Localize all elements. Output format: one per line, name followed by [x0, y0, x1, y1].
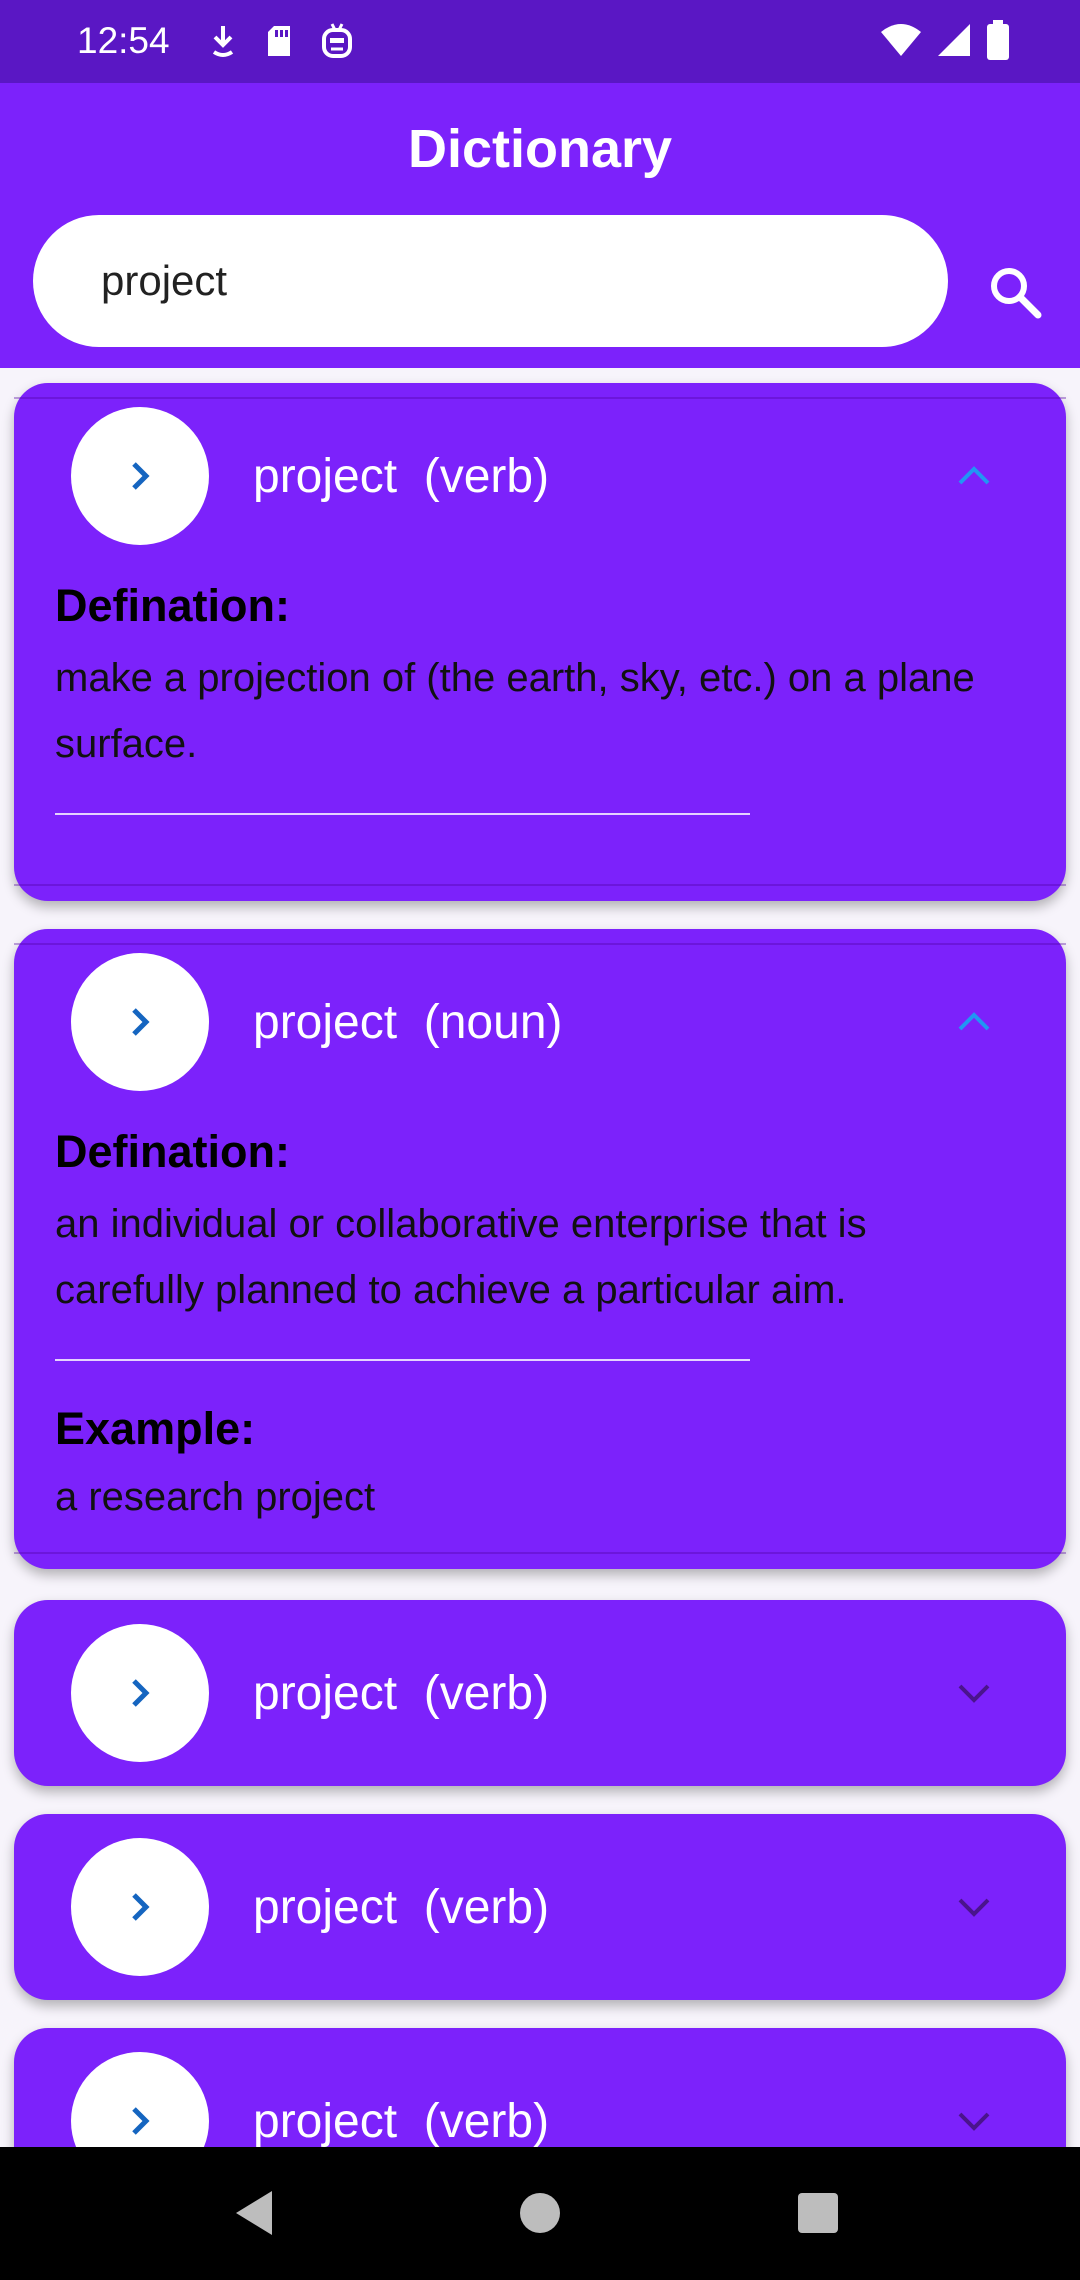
- chevron-right-icon: [132, 2107, 150, 2135]
- battery-icon: [986, 20, 1010, 65]
- entry-pos: (noun): [423, 996, 563, 1049]
- entry-pos: (verb): [423, 2095, 550, 2147]
- chevron-right-icon: [132, 462, 150, 490]
- robot-face-icon: [320, 22, 354, 65]
- recents-icon: [798, 2193, 838, 2233]
- entry-title: project (verb): [253, 1880, 549, 1935]
- chevron-up-icon[interactable]: [954, 1007, 994, 1037]
- back-icon: [236, 2191, 272, 2235]
- entry-header[interactable]: project (verb): [14, 2028, 1066, 2147]
- entry-word: project: [253, 1667, 398, 1720]
- entry-word: project: [253, 2095, 398, 2147]
- entry-title: project (verb): [253, 2094, 549, 2147]
- home-icon: [520, 2193, 560, 2233]
- home-button[interactable]: [514, 2187, 566, 2244]
- recents-button[interactable]: [792, 2187, 844, 2244]
- entry-title: project (verb): [253, 1666, 549, 1721]
- example-text: a research project: [55, 1475, 376, 1519]
- entry-header[interactable]: project (noun): [14, 929, 1066, 1115]
- chevron-down-icon[interactable]: [954, 2106, 994, 2136]
- definition-text: make a projection of (the earth, sky, et…: [55, 656, 975, 766]
- entry-pos: (verb): [423, 1881, 550, 1934]
- status-time: 12:54: [77, 20, 170, 61]
- search-box[interactable]: [33, 215, 948, 347]
- navigation-bar: [0, 2147, 1080, 2280]
- entry-pos: (verb): [423, 1667, 550, 1720]
- sd-card-icon: [264, 22, 294, 65]
- definition-text: an individual or collaborative enterpris…: [55, 1202, 867, 1312]
- search-button[interactable]: [985, 262, 1045, 322]
- signal-icon: [936, 22, 972, 63]
- status-bar: 12:54: [0, 0, 1080, 83]
- search-icon: [991, 268, 1042, 319]
- entry-avatar: [71, 407, 209, 545]
- entry-title: project (noun): [253, 995, 563, 1050]
- entry-card: project (verb) Defination: make a projec…: [14, 383, 1066, 901]
- entry-word: project: [253, 450, 398, 503]
- download-icon: [208, 22, 238, 65]
- entry-header[interactable]: project (verb): [14, 1600, 1066, 1786]
- entry-card: project (noun) Defination: an individual…: [14, 929, 1066, 1569]
- entry-word: project: [253, 1881, 398, 1934]
- entry-word: project: [253, 996, 398, 1049]
- chevron-right-icon: [132, 1893, 150, 1921]
- entry-card[interactable]: project (verb): [14, 2028, 1066, 2147]
- chevron-right-icon: [132, 1008, 150, 1036]
- search-input[interactable]: [99, 245, 903, 317]
- entry-header[interactable]: project (verb): [14, 383, 1066, 569]
- entry-avatar: [71, 2052, 209, 2147]
- chevron-up-icon[interactable]: [954, 461, 994, 491]
- entry-pos: (verb): [423, 450, 550, 503]
- chevron-down-icon[interactable]: [954, 1678, 994, 1708]
- chevron-right-icon: [132, 1679, 150, 1707]
- entry-card[interactable]: project (verb): [14, 1600, 1066, 1786]
- entry-avatar: [71, 1624, 209, 1762]
- page-title: Dictionary: [407, 119, 673, 179]
- definition-label: Defination:: [55, 580, 290, 631]
- definition-label: Defination:: [55, 1126, 290, 1177]
- entry-header[interactable]: project (verb): [14, 1814, 1066, 2000]
- results-list: project (verb) Defination: make a projec…: [0, 368, 1080, 2147]
- entry-avatar: [71, 953, 209, 1091]
- entry-card[interactable]: project (verb): [14, 1814, 1066, 2000]
- entry-avatar: [71, 1838, 209, 1976]
- back-button[interactable]: [230, 2187, 282, 2244]
- divider: [55, 813, 750, 815]
- wifi-icon: [880, 22, 922, 63]
- example-label: Example:: [55, 1403, 256, 1454]
- entry-title: project (verb): [253, 449, 549, 504]
- divider: [55, 1359, 750, 1361]
- chevron-down-icon[interactable]: [954, 1892, 994, 1922]
